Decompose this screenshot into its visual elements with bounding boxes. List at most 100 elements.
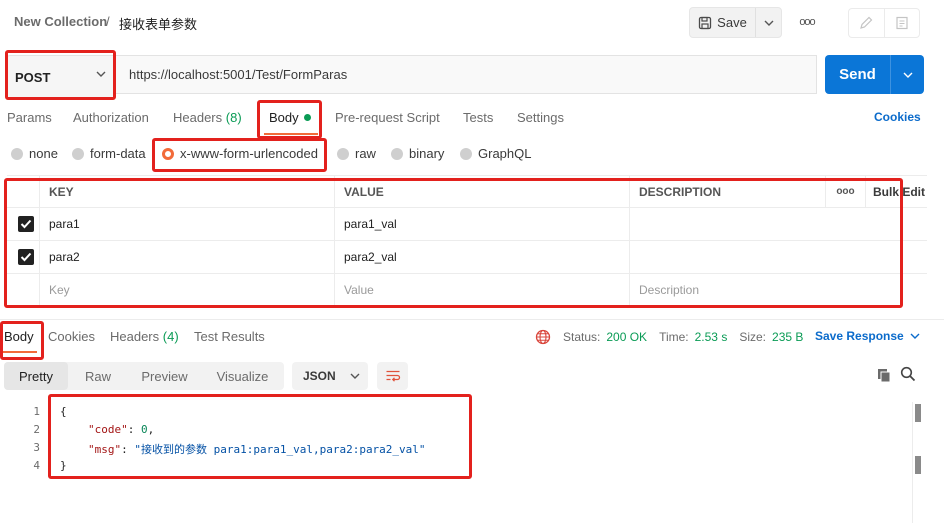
pane-divider[interactable]	[0, 319, 944, 320]
breadcrumb-collection[interactable]: New Collection	[14, 14, 107, 29]
sidebar-toggle-group[interactable]	[848, 8, 920, 38]
save-response-button[interactable]: Save Response	[815, 329, 920, 343]
chevron-down-icon	[903, 72, 912, 78]
tab-body[interactable]: Body	[269, 110, 311, 125]
json-key-code: "code"	[88, 423, 128, 436]
response-tab-cookies[interactable]: Cookies	[48, 329, 95, 344]
params-table: KEY VALUE DESCRIPTION ooo Bulk Edit para…	[7, 175, 927, 306]
size-label: Size:	[739, 330, 767, 344]
tab-settings[interactable]: Settings	[517, 110, 564, 125]
radio-raw-label: raw	[355, 146, 376, 161]
code-line[interactable]: "msg": "接收到的参数 para1:para1_val,para2:par…	[88, 441, 426, 457]
line-number: 3	[33, 441, 40, 454]
send-button[interactable]: Send	[825, 55, 891, 94]
size-value[interactable]: 235 B	[772, 330, 803, 344]
tab-headers-label: Headers	[173, 110, 223, 125]
radio-circle	[11, 147, 23, 160]
documentation-button[interactable]	[883, 9, 920, 37]
tab-params[interactable]: Params	[7, 110, 52, 125]
view-pretty[interactable]: Pretty	[4, 362, 68, 390]
copy-button[interactable]	[876, 367, 892, 386]
json-key-msg: "msg"	[88, 443, 122, 456]
wrap-lines-button[interactable]	[377, 362, 408, 390]
bulk-edit-button[interactable]: Bulk Edit	[865, 176, 927, 207]
save-options-button[interactable]	[756, 8, 781, 37]
radio-form-data-label: form-data	[90, 146, 146, 161]
column-header-value: VALUE	[334, 176, 629, 207]
scrollbar-thumb[interactable]	[915, 404, 921, 422]
tab-prerequest-script[interactable]: Pre-request Script	[335, 110, 440, 125]
new-key-input[interactable]: Key	[39, 274, 334, 305]
more-actions-button[interactable]: ooo	[796, 13, 818, 31]
json-value-code: 0	[141, 423, 148, 436]
view-visualize[interactable]: Visualize	[201, 362, 284, 390]
send-options-button[interactable]	[891, 55, 924, 94]
tab-headers-count: (8)	[225, 110, 242, 125]
new-description-input[interactable]: Description	[629, 274, 927, 305]
globe-icon[interactable]	[535, 329, 551, 345]
param-value[interactable]: para2_val	[334, 241, 629, 273]
tab-authorization[interactable]: Authorization	[73, 110, 149, 125]
save-button[interactable]: Save	[690, 8, 756, 37]
send-button-group[interactable]: Send	[825, 55, 924, 94]
table-header-row: KEY VALUE DESCRIPTION ooo Bulk Edit	[7, 175, 927, 208]
row-checkbox[interactable]	[7, 241, 39, 273]
view-preview[interactable]: Preview	[128, 362, 201, 390]
format-select[interactable]: JSON	[292, 362, 368, 390]
status-value: 200 OK	[606, 330, 648, 344]
check-icon	[20, 252, 32, 262]
row-checkbox[interactable]	[7, 208, 39, 240]
response-tab-headers-count: (4)	[162, 329, 179, 344]
cookies-link[interactable]: Cookies	[874, 110, 921, 124]
radio-binary[interactable]: binary	[391, 146, 444, 161]
chevron-down-icon	[350, 373, 360, 379]
code-open-brace: {	[60, 405, 67, 418]
save-button-group[interactable]: Save	[689, 7, 782, 38]
radio-form-data[interactable]: form-data	[72, 146, 146, 161]
view-mode-switch: Pretty Raw Preview Visualize	[4, 362, 284, 390]
param-value[interactable]: para1_val	[334, 208, 629, 240]
url-input[interactable]: https://localhost:5001/Test/FormParas	[115, 55, 817, 94]
code-line[interactable]: {	[60, 405, 67, 418]
annotation-box-response-code	[48, 394, 472, 479]
param-key[interactable]: para2	[39, 241, 334, 273]
chevron-down-icon	[910, 333, 920, 339]
radio-none[interactable]: none	[11, 146, 58, 161]
code-line[interactable]: "code": 0,	[88, 423, 154, 436]
param-description[interactable]	[629, 241, 927, 273]
table-row: para2 para2_val	[7, 241, 927, 274]
view-raw[interactable]: Raw	[68, 362, 128, 390]
table-more-button[interactable]: ooo	[825, 176, 865, 207]
radio-circle	[72, 147, 84, 160]
document-icon	[896, 16, 908, 30]
response-tab-headers[interactable]: Headers (4)	[110, 329, 179, 344]
checkbox-checked[interactable]	[18, 249, 34, 265]
radio-urlencoded[interactable]: x-www-form-urlencoded	[162, 146, 318, 161]
response-tab-body[interactable]: Body	[4, 329, 34, 344]
request-name[interactable]: 接收表单参数	[119, 14, 197, 33]
param-description[interactable]	[629, 208, 927, 240]
wrap-lines-icon	[386, 370, 400, 382]
edit-button[interactable]	[849, 9, 884, 37]
method-select[interactable]: POST	[6, 55, 115, 99]
tab-tests[interactable]: Tests	[463, 110, 493, 125]
radio-raw[interactable]: raw	[337, 146, 376, 161]
response-tab-test-results[interactable]: Test Results	[194, 329, 265, 344]
tab-headers[interactable]: Headers (8)	[173, 110, 242, 125]
radio-circle	[460, 147, 472, 160]
response-tab-headers-label: Headers	[110, 329, 160, 344]
radio-graphql[interactable]: GraphQL	[460, 146, 531, 161]
table-row-new: Key Value Description	[7, 274, 927, 305]
checkbox-checked[interactable]	[18, 216, 34, 232]
code-line[interactable]: }	[60, 459, 67, 472]
body-indicator-dot	[303, 114, 311, 121]
search-button[interactable]	[900, 366, 916, 385]
code-close-brace: }	[60, 459, 67, 472]
radio-circle	[391, 147, 403, 160]
param-key[interactable]: para1	[39, 208, 334, 240]
response-meta: Status: 200 OK Time: 2.53 s Size: 235 B	[535, 329, 803, 345]
new-value-input[interactable]: Value	[334, 274, 629, 305]
status-label: Status:	[563, 330, 601, 344]
json-value-msg: "接收到的参数 para1:para1_val,para2:para2_val"	[134, 443, 426, 456]
time-value[interactable]: 2.53 s	[695, 330, 728, 344]
